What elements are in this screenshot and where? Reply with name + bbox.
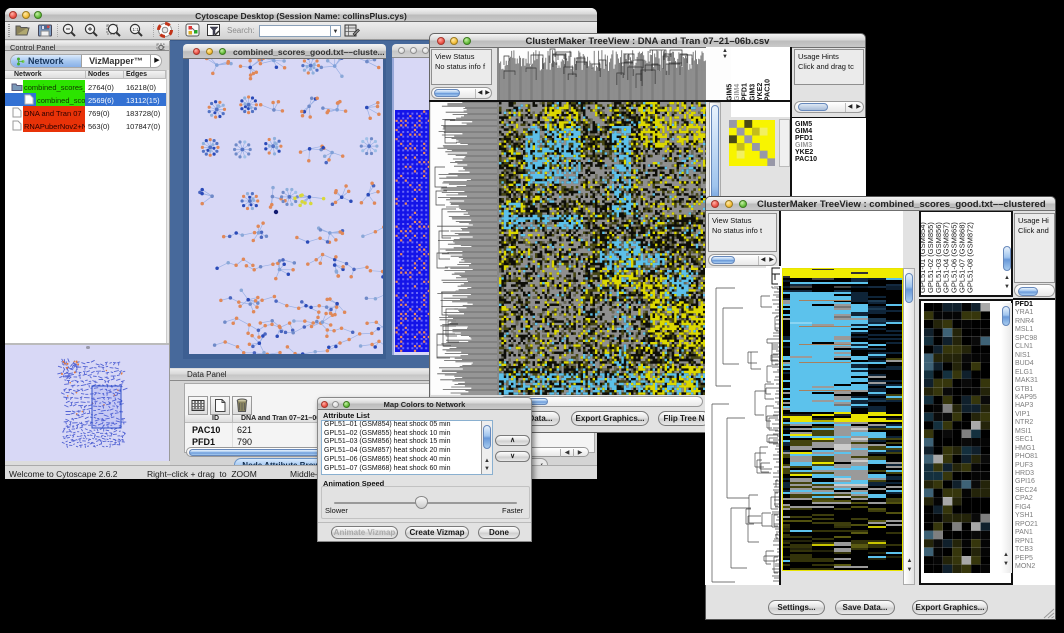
svg-text:YKE2: YKE2 xyxy=(757,83,764,101)
svg-text:PAC10: PAC10 xyxy=(765,79,772,101)
svg-text:GIM5: GIM5 xyxy=(727,84,734,101)
svg-text:GIM3: GIM3 xyxy=(749,84,756,101)
svg-text:GPL51-08 (GSM872): GPL51-08 (GSM872) xyxy=(965,222,974,293)
svg-text:PFD1: PFD1 xyxy=(742,83,749,101)
svg-text:1:1: 1:1 xyxy=(133,27,140,32)
svg-text:GIM4: GIM4 xyxy=(734,84,741,101)
